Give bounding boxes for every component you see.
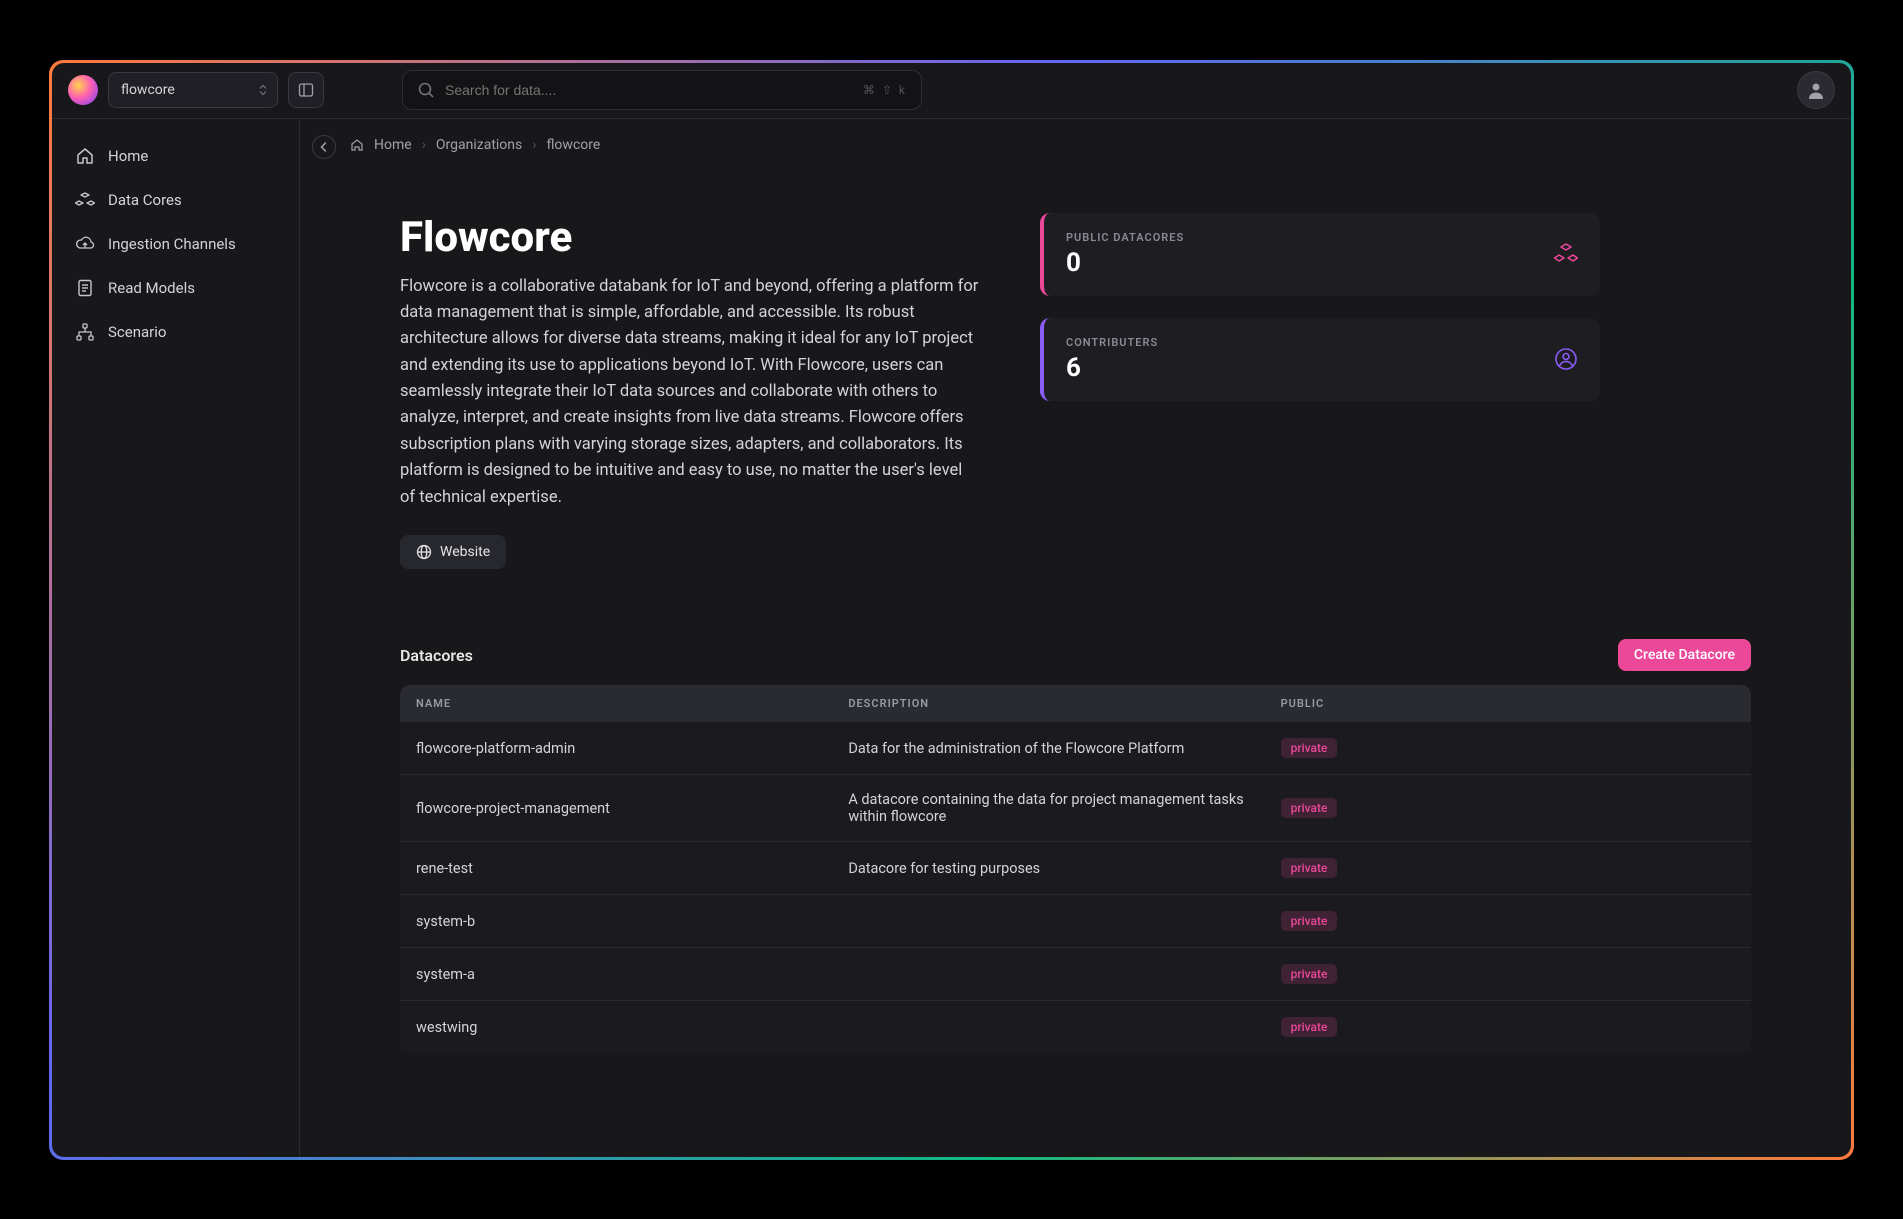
breadcrumb-home[interactable]: Home bbox=[374, 137, 412, 153]
sidebar-item-label: Scenario bbox=[108, 323, 166, 341]
panel-toggle-button[interactable] bbox=[288, 72, 324, 108]
breadcrumb-current: flowcore bbox=[546, 137, 600, 153]
stat-card-contributers: CONTRIBUTERS 6 bbox=[1040, 318, 1600, 401]
sidebar-item-scenario[interactable]: Scenario bbox=[62, 311, 289, 353]
sidebar-item-home[interactable]: Home bbox=[62, 135, 289, 177]
cell-name: flowcore-project-management bbox=[400, 775, 832, 842]
panel-icon bbox=[298, 82, 314, 98]
org-selector-value: flowcore bbox=[121, 82, 175, 98]
stat-label: PUBLIC DATACORES bbox=[1066, 231, 1184, 244]
globe-icon bbox=[416, 544, 432, 560]
column-header-public: Public bbox=[1265, 685, 1751, 722]
search-field[interactable]: ⌘ ⇧ k bbox=[402, 70, 922, 110]
cell-public: private bbox=[1265, 948, 1751, 1001]
stat-label: CONTRIBUTERS bbox=[1066, 336, 1158, 349]
cell-public: private bbox=[1265, 895, 1751, 948]
table-row[interactable]: rene-testDatacore for testing purposes pr… bbox=[400, 842, 1751, 895]
datacores-table: Name Description Public flowcore-platfor… bbox=[400, 685, 1751, 1053]
cubes-icon bbox=[74, 189, 96, 211]
sidebar-item-label: Home bbox=[108, 147, 148, 165]
privacy-badge: private bbox=[1281, 911, 1338, 931]
breadcrumb-organizations[interactable]: Organizations bbox=[436, 137, 522, 153]
table-row[interactable]: system-a private bbox=[400, 948, 1751, 1001]
org-selector[interactable]: flowcore bbox=[108, 72, 278, 108]
sidebar: Home Data Cores Ingestion Channels bbox=[52, 119, 300, 1157]
cell-description: A datacore containing the data for proje… bbox=[832, 775, 1264, 842]
cell-name: rene-test bbox=[400, 842, 832, 895]
cell-name: system-b bbox=[400, 895, 832, 948]
website-button[interactable]: Website bbox=[400, 535, 506, 569]
cell-description bbox=[832, 895, 1264, 948]
cell-description: Datacore for testing purposes bbox=[832, 842, 1264, 895]
cell-public: private bbox=[1265, 842, 1751, 895]
cell-name: westwing bbox=[400, 1001, 832, 1054]
column-header-name: Name bbox=[400, 685, 832, 722]
user-circle-icon bbox=[1554, 347, 1578, 371]
arrow-left-icon bbox=[318, 141, 330, 153]
chevron-updown-icon bbox=[259, 85, 267, 96]
breadcrumb: Home › Organizations › flowcore bbox=[300, 119, 1851, 153]
stat-value: 0 bbox=[1066, 248, 1184, 278]
user-avatar[interactable] bbox=[1797, 71, 1835, 109]
cubes-icon bbox=[1554, 242, 1578, 266]
main-content: Home › Organizations › flowcore Flowcore… bbox=[300, 119, 1851, 1157]
column-header-description: Description bbox=[832, 685, 1264, 722]
logo bbox=[68, 75, 98, 105]
sidebar-item-readmodels[interactable]: Read Models bbox=[62, 267, 289, 309]
create-datacore-button[interactable]: Create Datacore bbox=[1618, 639, 1751, 671]
page-description: Flowcore is a collaborative databank for… bbox=[400, 274, 980, 512]
sidebar-item-label: Data Cores bbox=[108, 191, 182, 209]
home-icon bbox=[350, 138, 364, 152]
privacy-badge: private bbox=[1281, 1017, 1338, 1037]
cell-description bbox=[832, 948, 1264, 1001]
stat-card-datacores: PUBLIC DATACORES 0 bbox=[1040, 213, 1600, 296]
chevron-right-icon: › bbox=[532, 137, 536, 153]
sidebar-item-label: Ingestion Channels bbox=[108, 235, 236, 253]
document-icon bbox=[74, 277, 96, 299]
table-row[interactable]: flowcore-platform-adminData for the admi… bbox=[400, 722, 1751, 775]
sidebar-item-ingestion[interactable]: Ingestion Channels bbox=[62, 223, 289, 265]
website-button-label: Website bbox=[440, 544, 490, 560]
home-icon bbox=[74, 145, 96, 167]
section-title: Datacores bbox=[400, 646, 473, 665]
cell-description: Data for the administration of the Flowc… bbox=[832, 722, 1264, 775]
cell-public: private bbox=[1265, 1001, 1751, 1054]
back-button[interactable] bbox=[312, 135, 336, 159]
stat-value: 6 bbox=[1066, 353, 1158, 383]
user-icon bbox=[1805, 79, 1827, 101]
cell-public: private bbox=[1265, 722, 1751, 775]
network-icon bbox=[74, 321, 96, 343]
search-input[interactable] bbox=[445, 82, 853, 98]
cloud-upload-icon bbox=[74, 233, 96, 255]
app-window: flowcore ⌘ ⇧ k bbox=[52, 63, 1851, 1157]
cell-name: flowcore-platform-admin bbox=[400, 722, 832, 775]
sidebar-item-label: Read Models bbox=[108, 279, 195, 297]
cell-public: private bbox=[1265, 775, 1751, 842]
search-kbd-hint: ⌘ ⇧ k bbox=[863, 83, 907, 97]
sidebar-item-datacores[interactable]: Data Cores bbox=[62, 179, 289, 221]
privacy-badge: private bbox=[1281, 964, 1338, 984]
privacy-badge: private bbox=[1281, 798, 1338, 818]
topbar: flowcore ⌘ ⇧ k bbox=[52, 63, 1851, 119]
table-row[interactable]: system-b private bbox=[400, 895, 1751, 948]
table-row[interactable]: westwing private bbox=[400, 1001, 1751, 1054]
cell-description bbox=[832, 1001, 1264, 1054]
cell-name: system-a bbox=[400, 948, 832, 1001]
table-row[interactable]: flowcore-project-managementA datacore co… bbox=[400, 775, 1751, 842]
chevron-right-icon: › bbox=[422, 137, 426, 153]
privacy-badge: private bbox=[1281, 738, 1338, 758]
search-icon bbox=[417, 81, 435, 99]
page-title: Flowcore bbox=[400, 213, 980, 262]
privacy-badge: private bbox=[1281, 858, 1338, 878]
